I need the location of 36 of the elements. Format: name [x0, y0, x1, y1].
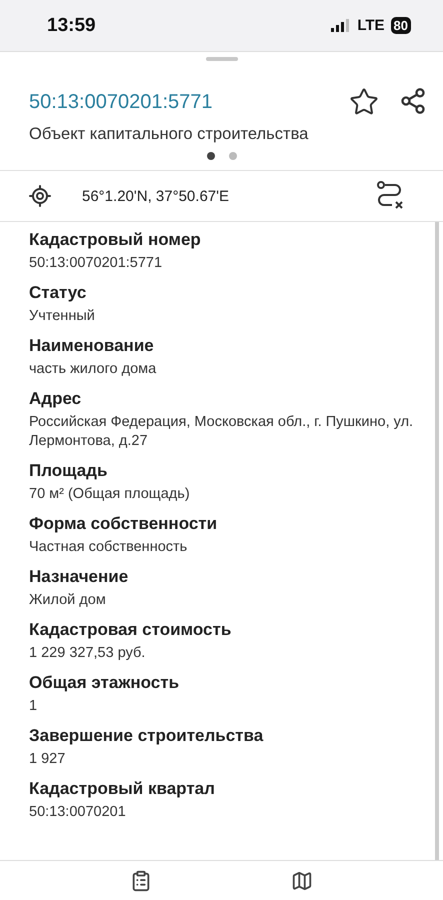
field-value: 1 927 — [29, 750, 66, 768]
map-tab[interactable] — [291, 870, 314, 892]
field-value: 50:13:0070201 — [29, 803, 127, 822]
field-value: Жилой дом — [29, 590, 107, 609]
field-label: Назначение — [29, 566, 130, 587]
field-label: Завершение строительства — [29, 726, 264, 746]
locate-icon[interactable] — [28, 184, 52, 208]
field-value: Российская Федерация, Московская обл., г. Пушкино, ул. Лермонтова, д.27 — [29, 413, 414, 450]
page-dot[interactable] — [206, 152, 214, 160]
coordinates: 56°1.20'N, 37°50.67'E — [82, 188, 230, 204]
cadastral-number-title: 50:13:0070201:5771 — [29, 90, 213, 114]
field-value: 70 м² (Общая площадь) — [29, 484, 191, 503]
field-label: Статус — [29, 283, 88, 304]
signal-icon — [331, 19, 352, 32]
field-value: Частная собственность — [29, 538, 188, 556]
status-time: 13:59 — [47, 14, 96, 36]
field-label: Наименование — [29, 336, 155, 356]
field-value: часть жилого дома — [29, 360, 158, 378]
field-label: Общая этажность — [29, 673, 180, 694]
field-label: Площадь — [29, 460, 108, 481]
battery-level: 80 — [390, 17, 411, 34]
field-value: 1 229 327,53 руб. — [29, 644, 146, 662]
field-label: Кадастровый квартал — [29, 779, 216, 800]
field-label: Кадастровый номер — [29, 230, 202, 250]
field-label: Форма собственности — [29, 514, 218, 534]
field-value: Учтенный — [29, 307, 96, 326]
field-label: Кадастровая стоимость — [29, 620, 232, 640]
field-value: 1 — [29, 697, 38, 716]
field-label: Адрес — [29, 389, 82, 410]
field-value: 50:13:0070201:5771 — [29, 254, 164, 272]
network-type: LTE — [357, 17, 385, 34]
share-button[interactable] — [399, 87, 427, 117]
page-dot[interactable] — [228, 152, 236, 160]
route-clear-icon[interactable] — [375, 181, 405, 211]
object-type: Объект капитального строительства — [28, 124, 310, 144]
favorite-button[interactable] — [349, 87, 379, 117]
